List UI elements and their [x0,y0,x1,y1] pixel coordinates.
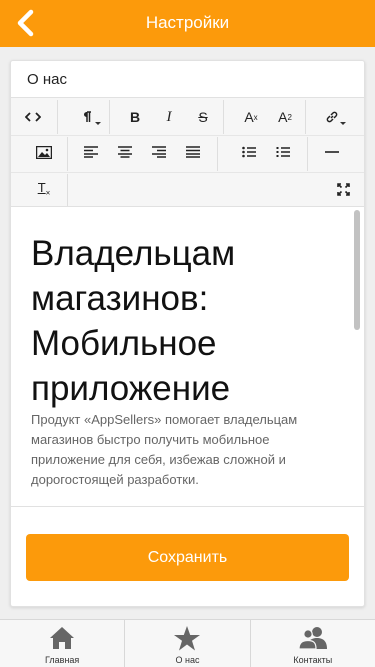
editor-paragraph: Продукт «AppSellers» помогает владельцам… [31,412,298,487]
subscript-button[interactable]: A2 [269,103,301,131]
italic-button[interactable]: I [153,103,185,131]
align-left-button[interactable] [75,138,107,166]
align-left-icon [84,146,98,158]
align-justify-icon [186,146,200,158]
superscript-icon: A [244,109,254,125]
tab-about-label: О нас [175,655,200,665]
paragraph-button[interactable] [71,103,103,131]
tab-home[interactable]: Главная [0,620,126,667]
align-right-icon [152,146,166,158]
bulleted-list-button[interactable] [233,138,265,166]
superscript-button[interactable]: Ax [235,103,267,131]
image-icon [36,145,52,159]
horizontal-rule-icon [325,151,339,153]
bold-button[interactable]: B [119,103,151,131]
rich-text-editor[interactable]: Владельцам магазинов: Мобильное приложен… [11,207,364,507]
image-button[interactable] [28,138,60,166]
clear-format-icon: T× [37,180,51,198]
tab-contacts[interactable]: Контакты [251,620,375,667]
subscript-icon: A [278,109,288,125]
bulleted-list-icon [242,146,256,158]
bottom-tab-bar: Главная О нас Контакты [0,619,375,667]
align-center-button[interactable] [109,138,141,166]
about-card: О нас B I S Ax A2 T× Владельцам магазино… [10,60,365,607]
fullscreen-button[interactable] [327,175,359,203]
contacts-icon [298,627,327,650]
numbered-list-button[interactable] [267,138,299,166]
tab-home-label: Главная [45,655,80,665]
editor-scrollbar[interactable] [354,210,360,330]
top-bar: Настройки [0,0,375,47]
align-center-icon [118,146,132,158]
clear-format-button[interactable]: T× [28,175,60,203]
page-title: Настройки [145,13,230,32]
star-icon [174,625,201,650]
tab-about[interactable]: О нас [125,620,251,667]
home-icon [50,627,75,649]
fullscreen-icon [336,182,350,196]
numbered-list-icon [276,147,290,157]
link-button[interactable] [316,103,348,131]
align-right-button[interactable] [143,138,175,166]
tab-contacts-label: Контакты [293,655,333,665]
align-justify-button[interactable] [177,138,209,166]
paragraph-icon [84,111,91,122]
code-view-icon [25,112,41,122]
editor-toolbar: B I S Ax A2 T× [11,97,364,207]
horizontal-rule-button[interactable] [316,138,348,166]
strikethrough-button[interactable]: S [187,103,219,131]
save-button[interactable]: Сохранить [26,534,349,581]
section-label: О нас [27,71,67,88]
editor-heading: Владельцам магазинов: Мобильное приложен… [31,234,236,408]
link-icon [326,111,338,123]
code-view-button[interactable] [17,103,49,131]
